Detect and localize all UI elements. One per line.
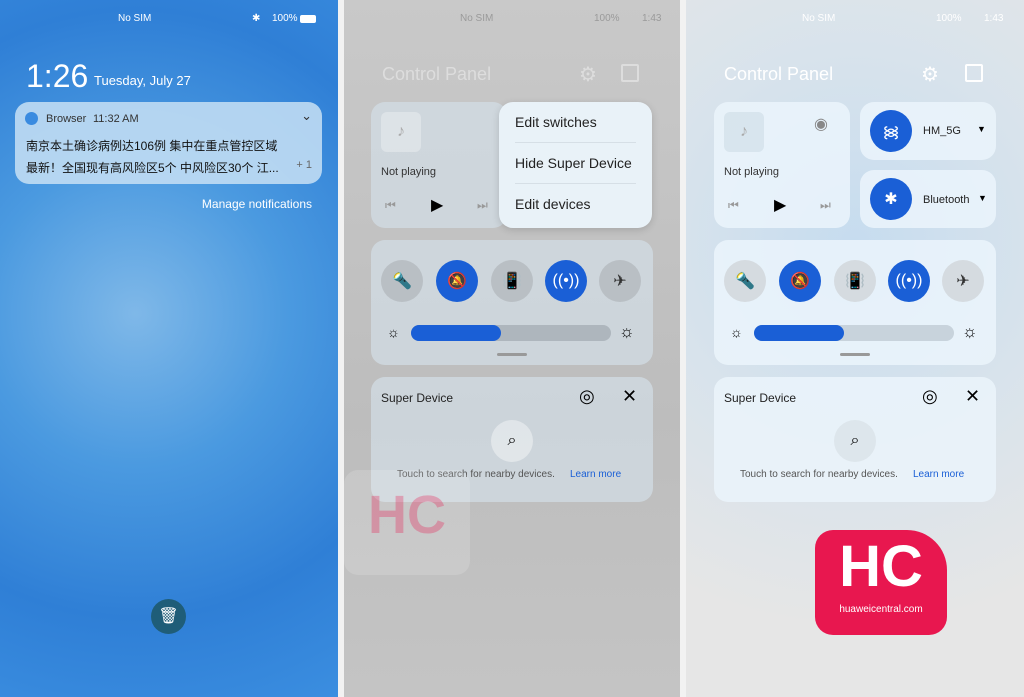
clear-all-trash-button[interactable]: 🗑 bbox=[151, 599, 186, 634]
lockscreen-panel: No SIM ✱ 100% 1:26 Tuesday, July 27 Brow… bbox=[0, 0, 338, 697]
vibrate-toggle[interactable]: 📳 bbox=[491, 260, 533, 302]
audio-output-icon[interactable]: ◉ bbox=[814, 114, 828, 134]
brightness-slider[interactable] bbox=[754, 325, 954, 341]
super-device-target-icon[interactable]: ◎ bbox=[579, 386, 595, 407]
control-panel-title: Control Panel bbox=[724, 64, 834, 84]
flashlight-toggle[interactable]: 🔦 bbox=[381, 260, 423, 302]
battery-percent: 100% bbox=[272, 13, 298, 24]
music-note-icon: ♪ bbox=[724, 112, 764, 152]
date: Tuesday, July 27 bbox=[94, 73, 191, 88]
search-icon: ⌕ bbox=[507, 432, 517, 449]
context-menu: Edit switches Hide Super Device Edit dev… bbox=[499, 102, 652, 228]
battery-percent: 100% bbox=[936, 13, 962, 24]
notification-card[interactable]: Browser 11:32 AM ⌄ 南京本土确诊病例达106例 集中在重点管控… bbox=[15, 102, 322, 184]
media-card[interactable]: ♪ ◉ Not playing ⏮ ▶ ⏭ bbox=[714, 102, 850, 228]
notification-time: 11:32 AM bbox=[93, 113, 139, 125]
drag-handle[interactable] bbox=[497, 353, 527, 356]
status-sim: No SIM bbox=[802, 13, 836, 24]
search-devices-button[interactable]: ⌕ bbox=[834, 420, 876, 462]
watermark-site: huaweicentral.com bbox=[839, 604, 923, 615]
brightness-high-icon: ☼ bbox=[619, 322, 635, 341]
super-device-target-icon[interactable]: ◎ bbox=[922, 386, 938, 407]
settings-gear-icon[interactable]: ⚙ bbox=[921, 62, 939, 87]
brightness-low-icon: ☼ bbox=[387, 324, 400, 340]
not-playing-label: Not playing bbox=[724, 166, 780, 178]
next-icon[interactable]: ⏭ bbox=[477, 198, 488, 213]
learn-more-link[interactable]: Learn more bbox=[913, 469, 964, 480]
airplane-toggle[interactable]: ✈ bbox=[599, 260, 641, 302]
toggles-card: 🔦 🔕 📳 ((•)) ✈ ☼ ☼ bbox=[371, 240, 653, 365]
wifi-dropdown-icon[interactable]: ▼ bbox=[977, 124, 986, 134]
previous-icon[interactable]: ⏮ bbox=[728, 198, 739, 213]
search-hint: Touch to search for nearby devices. bbox=[740, 469, 898, 480]
drag-handle[interactable] bbox=[840, 353, 870, 356]
notification-line-2: 最新！全国现有高风险区5个 中风险区30个 江... bbox=[26, 161, 279, 175]
hotspot-toggle[interactable]: ((•)) bbox=[545, 260, 587, 302]
menu-item-hide-super-device[interactable]: Hide Super Device bbox=[515, 143, 636, 184]
search-icon: ⌕ bbox=[850, 432, 860, 449]
bluetooth-status-icon: ✱ bbox=[252, 13, 261, 24]
control-panel-title: Control Panel bbox=[382, 64, 492, 84]
wifi-icon[interactable]: ᯼ bbox=[870, 110, 912, 152]
status-sim: No SIM bbox=[118, 13, 152, 24]
brightness-low-icon: ☼ bbox=[730, 324, 743, 340]
trash-icon: 🗑 bbox=[158, 608, 179, 625]
play-icon[interactable]: ▶ bbox=[774, 195, 786, 215]
watermark-logo: HC huaweicentral.com bbox=[815, 530, 947, 635]
menu-item-edit-devices[interactable]: Edit devices bbox=[515, 184, 636, 225]
learn-more-link[interactable]: Learn more bbox=[570, 469, 621, 480]
close-icon[interactable]: ✕ bbox=[622, 386, 637, 407]
settings-gear-icon[interactable]: ⚙ bbox=[579, 62, 597, 87]
notification-line-1: 南京本土确诊病例达106例 集中在重点管控区域 bbox=[26, 139, 278, 153]
bluetooth-card[interactable]: ✱ Bluetooth ▼ bbox=[860, 170, 996, 228]
search-devices-button[interactable]: ⌕ bbox=[491, 420, 533, 462]
brightness-fill bbox=[754, 325, 844, 341]
airplane-toggle[interactable]: ✈ bbox=[942, 260, 984, 302]
status-clock: 1:43 bbox=[984, 13, 1004, 24]
media-card[interactable]: ♪ Not playing ⏮ ▶ ⏭ bbox=[371, 102, 507, 228]
menu-item-edit-switches[interactable]: Edit switches bbox=[515, 102, 636, 143]
browser-icon bbox=[25, 112, 38, 125]
notification-app: Browser bbox=[46, 113, 87, 125]
hotspot-toggle[interactable]: ((•)) bbox=[888, 260, 930, 302]
flashlight-toggle[interactable]: 🔦 bbox=[724, 260, 766, 302]
bluetooth-dropdown-icon[interactable]: ▼ bbox=[978, 193, 987, 203]
bluetooth-icon[interactable]: ✱ bbox=[870, 178, 912, 220]
silent-toggle[interactable]: 🔕 bbox=[436, 260, 478, 302]
edit-icon[interactable] bbox=[621, 64, 639, 82]
super-device-card[interactable]: Super Device ◎ ✕ ⌕ Touch to search for n… bbox=[714, 377, 996, 502]
expand-chevron-icon[interactable]: ⌄ bbox=[301, 108, 312, 124]
control-panel-menu-screen: No SIM 100% 1:43 Control Panel ⚙ ♪ Not p… bbox=[344, 0, 680, 697]
super-device-title: Super Device bbox=[381, 391, 454, 405]
super-device-title: Super Device bbox=[724, 391, 797, 405]
watermark-logo-text: HC bbox=[839, 534, 923, 599]
battery-percent: 100% bbox=[594, 13, 620, 24]
brightness-fill bbox=[411, 325, 501, 341]
wifi-network-name: HM_5G bbox=[923, 125, 961, 137]
toggles-card: 🔦 🔕 📳 ((•)) ✈ ☼ ☼ bbox=[714, 240, 996, 365]
control-panel-screen: No SIM 100% 1:43 Control Panel ⚙ ♪ ◉ Not… bbox=[686, 0, 1024, 697]
notification-more-count: + 1 bbox=[296, 159, 312, 171]
bluetooth-label: Bluetooth bbox=[923, 194, 970, 206]
not-playing-label: Not playing bbox=[381, 166, 437, 178]
watermark-logo: HC bbox=[344, 470, 470, 575]
battery-icon bbox=[300, 15, 316, 23]
edit-icon[interactable] bbox=[965, 64, 983, 82]
wifi-card[interactable]: ᯼ HM_5G ▼ bbox=[860, 102, 996, 160]
vibrate-toggle[interactable]: 📳 bbox=[834, 260, 876, 302]
close-icon[interactable]: ✕ bbox=[965, 386, 980, 407]
brightness-high-icon: ☼ bbox=[962, 322, 978, 341]
music-note-icon: ♪ bbox=[381, 112, 421, 152]
clock: 1:26 bbox=[26, 58, 89, 94]
status-clock: 1:43 bbox=[642, 13, 662, 24]
brightness-slider[interactable] bbox=[411, 325, 611, 341]
next-icon[interactable]: ⏭ bbox=[820, 198, 831, 213]
status-sim: No SIM bbox=[460, 13, 494, 24]
silent-toggle[interactable]: 🔕 bbox=[779, 260, 821, 302]
previous-icon[interactable]: ⏮ bbox=[385, 198, 396, 213]
play-icon[interactable]: ▶ bbox=[431, 195, 443, 215]
manage-notifications-link[interactable]: Manage notifications bbox=[202, 197, 312, 211]
